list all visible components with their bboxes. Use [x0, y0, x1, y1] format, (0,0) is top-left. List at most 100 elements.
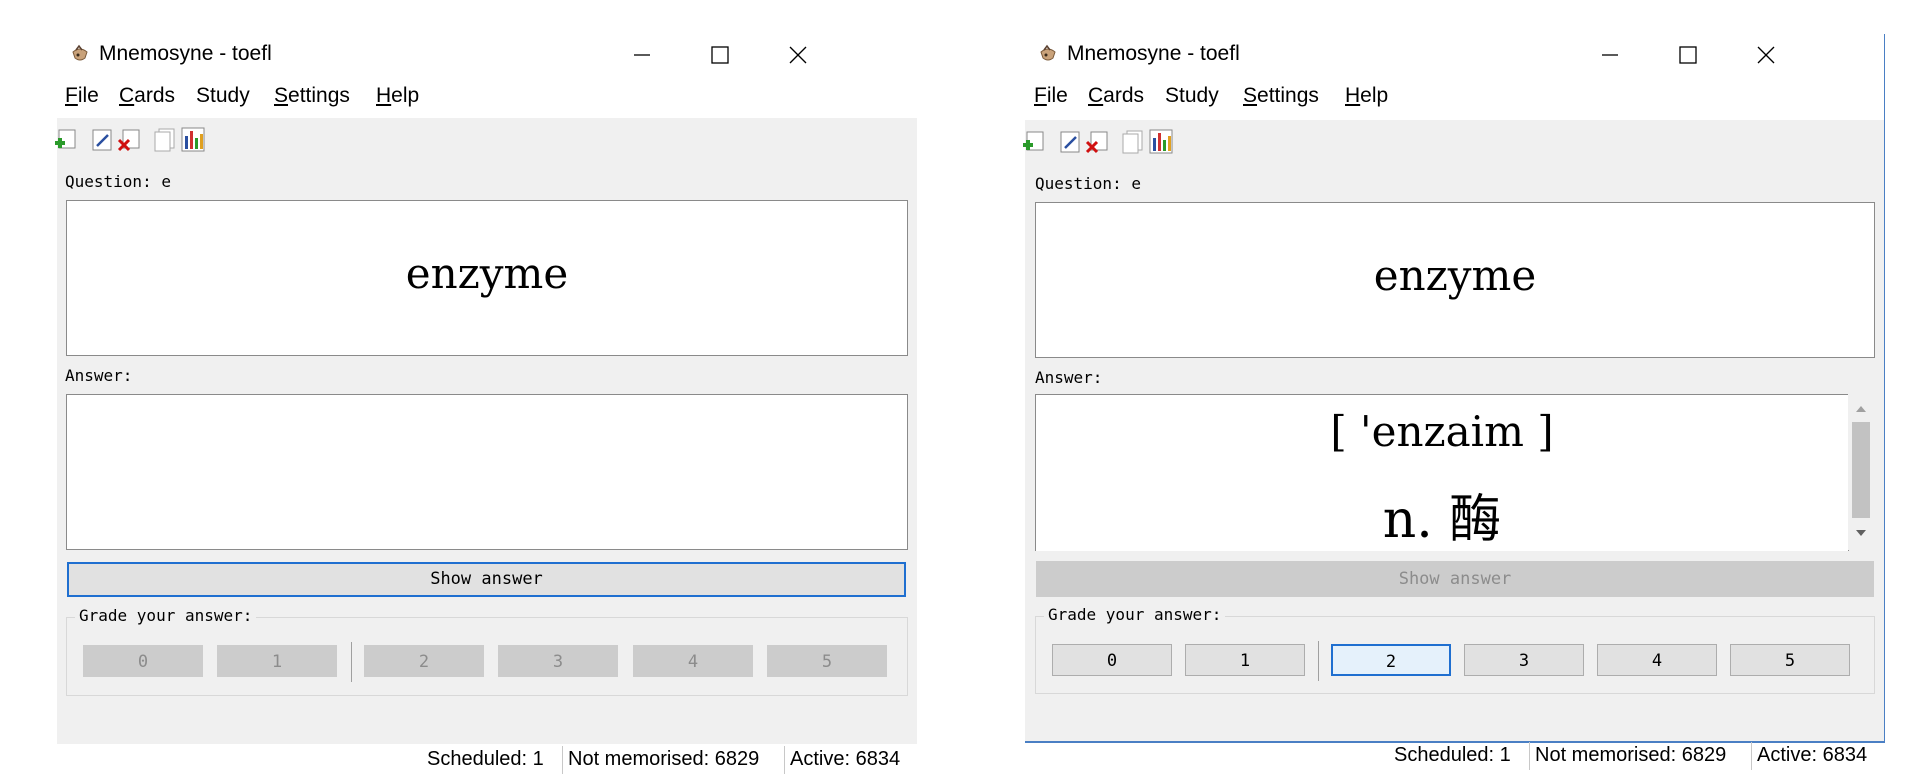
title-bar: Mnemosyne - toefl: [1025, 34, 1884, 76]
delete-card-icon[interactable]: [117, 126, 141, 152]
menu-bar: File Cards Study Settings Help: [57, 82, 917, 116]
grade-3-button[interactable]: 3: [1464, 644, 1584, 676]
menu-study[interactable]: Study: [196, 84, 250, 108]
menu-help-label: elp: [1360, 84, 1389, 107]
toolbar: [1023, 120, 1884, 163]
close-button[interactable]: [759, 34, 837, 76]
menu-settings[interactable]: Settings: [1243, 84, 1319, 108]
menu-cards-label: ards: [134, 84, 176, 107]
grade-1-button[interactable]: 1: [1185, 644, 1305, 676]
mnemosyne-app-icon: [1040, 44, 1056, 61]
status-not-memorised: Not memorised: 6829: [1535, 744, 1727, 766]
window-title: Mnemosyne - toefl: [1067, 42, 1240, 65]
answer-label: Answer:: [65, 366, 133, 385]
grade-2-button[interactable]: 2: [1331, 644, 1451, 676]
status-active: Active: 6834: [790, 748, 901, 770]
answer-pane: [66, 394, 908, 550]
question-label: Question: e: [1035, 174, 1141, 193]
status-scheduled: Scheduled: 1: [427, 748, 544, 770]
menu-cards-accel: C: [1088, 84, 1104, 107]
statistics-icon[interactable]: [1149, 128, 1173, 154]
status-not-memorised: Not memorised: 6829: [568, 748, 760, 770]
maximize-button[interactable]: [681, 34, 759, 76]
grade-5-button[interactable]: 5: [1730, 644, 1850, 676]
question-pane: enzyme: [66, 200, 908, 356]
grade-4-button[interactable]: 4: [633, 645, 753, 677]
maximize-button[interactable]: [1649, 34, 1727, 76]
grade-2-button[interactable]: 2: [364, 645, 484, 677]
menu-settings[interactable]: Settings: [274, 84, 350, 108]
maximize-icon: [1679, 46, 1697, 64]
scroll-down-icon[interactable]: [1856, 530, 1866, 538]
menu-help-accel: H: [376, 84, 392, 107]
review-area: Question: e enzyme Answer: Show answer G…: [57, 160, 917, 774]
scrollbar-thumb[interactable]: [1852, 422, 1870, 518]
menu-settings-label: ettings: [1257, 84, 1319, 107]
status-bar: Scheduled: 1 Not memorised: 6829 Active:…: [1025, 740, 1884, 774]
answer-scrollbar[interactable]: [1848, 394, 1874, 550]
answer-pronunciation: [ 'enzaim ]: [1330, 407, 1554, 456]
grade-separator: [351, 642, 352, 682]
delete-card-icon[interactable]: [1085, 128, 1109, 154]
menu-cards[interactable]: Cards: [1088, 84, 1144, 108]
browse-cards-icon[interactable]: [1121, 128, 1145, 154]
menu-help[interactable]: Help: [376, 84, 419, 108]
menu-study[interactable]: Study: [1165, 84, 1219, 108]
grade-separator: [1318, 641, 1319, 681]
grade-3-button[interactable]: 3: [498, 645, 618, 677]
menu-help-accel: H: [1345, 84, 1361, 107]
close-icon: [789, 46, 807, 64]
question-label: Question: e: [65, 172, 171, 191]
status-bar: Scheduled: 1 Not memorised: 6829 Active:…: [57, 744, 917, 778]
status-active: Active: 6834: [1757, 744, 1868, 766]
minimize-icon: [634, 54, 650, 56]
minimize-icon: [1602, 54, 1618, 56]
mnemosyne-app-icon: [72, 44, 88, 61]
answer-pane: [ 'enzaim ] n. 酶: [1035, 394, 1849, 551]
grade-legend: Grade your answer:: [75, 606, 257, 625]
menu-file-label: ile: [77, 84, 99, 107]
question-pane: enzyme: [1035, 202, 1875, 358]
status-divider: [1529, 742, 1530, 770]
menu-file-accel: F: [65, 84, 78, 107]
grade-0-button[interactable]: 0: [1052, 644, 1172, 676]
grade-legend: Grade your answer:: [1044, 605, 1226, 624]
menu-cards-accel: C: [119, 84, 135, 107]
statistics-icon[interactable]: [181, 126, 205, 152]
edit-card-icon[interactable]: [91, 126, 115, 152]
menu-settings-accel: S: [274, 84, 289, 107]
menu-file-accel: F: [1034, 84, 1047, 107]
menu-cards[interactable]: Cards: [119, 84, 175, 108]
scroll-up-icon[interactable]: [1856, 404, 1866, 412]
minimize-button[interactable]: [1571, 34, 1649, 76]
menu-file-label: ile: [1046, 84, 1068, 107]
menu-settings-accel: S: [1243, 84, 1258, 107]
menu-help-label: elp: [391, 84, 420, 107]
menu-file[interactable]: File: [1034, 84, 1068, 108]
menu-help[interactable]: Help: [1345, 84, 1388, 108]
menu-bar: File Cards Study Settings Help: [1025, 82, 1884, 116]
grade-5-button[interactable]: 5: [767, 645, 887, 677]
mnemosyne-window-question-state: Mnemosyne - toefl File Cards Study Setti…: [55, 34, 917, 774]
answer-definition: n. 酶: [1382, 490, 1502, 550]
browse-cards-icon[interactable]: [153, 126, 177, 152]
edit-card-icon[interactable]: [1059, 128, 1083, 154]
grade-4-button[interactable]: 4: [1597, 644, 1717, 676]
mnemosyne-window-answer-state: Mnemosyne - toefl File Cards Study Setti…: [1023, 34, 1885, 770]
minimize-button[interactable]: [603, 34, 681, 76]
menu-cards-label: ards: [1103, 84, 1145, 107]
grade-group: Grade your answer: 0 1 2 3 4 5: [66, 606, 908, 696]
add-card-icon[interactable]: [1021, 128, 1045, 154]
question-text: enzyme: [1373, 251, 1537, 300]
grade-group: Grade your answer: 0 1 2 3 4 5: [1035, 605, 1875, 694]
show-answer-button[interactable]: Show answer: [1036, 561, 1874, 597]
grade-1-button[interactable]: 1: [217, 645, 337, 677]
add-card-icon[interactable]: [53, 126, 77, 152]
show-answer-button[interactable]: Show answer: [67, 562, 906, 597]
menu-file[interactable]: File: [65, 84, 99, 108]
status-scheduled: Scheduled: 1: [1394, 744, 1511, 766]
close-button[interactable]: [1727, 34, 1805, 76]
question-text: enzyme: [405, 249, 569, 298]
window-title: Mnemosyne - toefl: [99, 42, 272, 65]
grade-0-button[interactable]: 0: [83, 645, 203, 677]
